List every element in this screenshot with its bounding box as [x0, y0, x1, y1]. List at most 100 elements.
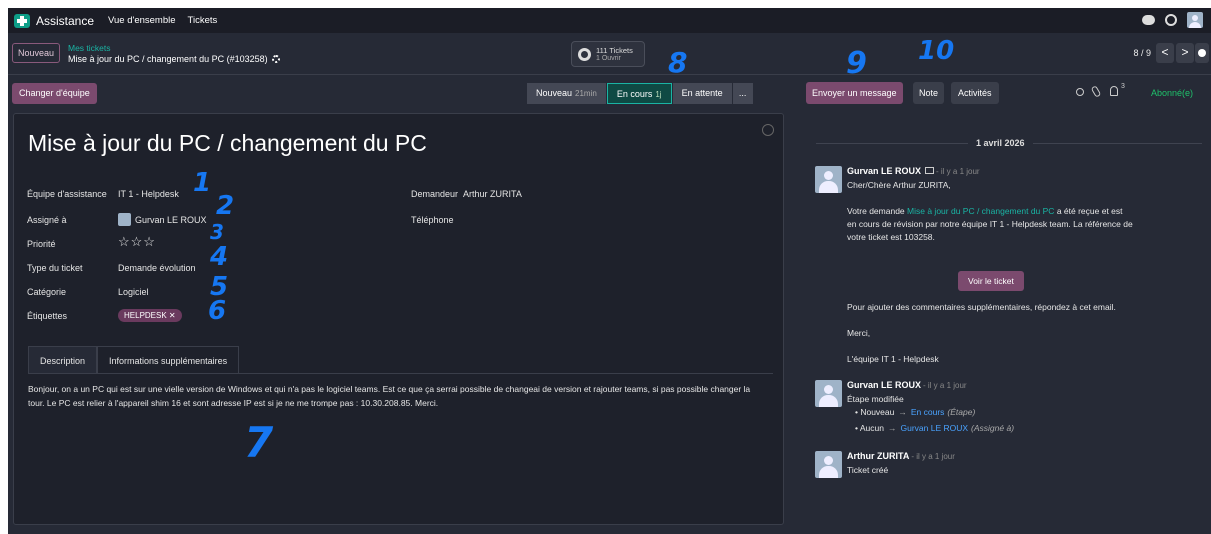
annotation-2: 2 — [216, 191, 235, 221]
message-body-line2: en cours de révision par notre équipe IT… — [847, 219, 1133, 229]
ticket-link[interactable]: Mise à jour du PC / changement du PC — [907, 206, 1054, 216]
requester-field: Demandeur Arthur ZURITA — [411, 189, 522, 199]
pager-value[interactable]: 8 / 9 — [1133, 48, 1151, 58]
lifebuoy-icon — [578, 48, 591, 61]
priority-stars[interactable]: ☆☆☆ — [118, 234, 156, 250]
followers-icon[interactable] — [1110, 86, 1118, 96]
message-thanks: Merci, — [847, 328, 871, 338]
tracking-change-assignee: • Aucun → Gurvan LE ROUX (Assigné à) — [855, 423, 1015, 433]
change-team-button[interactable]: Changer d'équipe — [12, 83, 97, 104]
breadcrumb-current: Mise à jour du PC / changement du PC (#1… — [68, 54, 280, 64]
tickets-open: 1 Ouvrir — [596, 55, 621, 62]
new-button[interactable]: Nouveau — [12, 43, 61, 63]
top-navbar: Assistance Vue d'ensemble Tickets — [8, 8, 1211, 33]
requester-value[interactable]: Arthur ZURITA — [463, 189, 522, 199]
tracking-new-value: En cours — [910, 407, 945, 417]
kanban-state-dot[interactable] — [762, 124, 774, 136]
message-author: Gurvan LE ROUX - il y a 1 jour — [847, 166, 980, 176]
helpdesk-app-icon — [14, 13, 30, 28]
app-brand[interactable]: Assistance — [14, 13, 95, 28]
message-greeting: Cher/Chère Arthur ZURITA, — [847, 180, 951, 190]
phone-label: Téléphone — [411, 215, 454, 225]
stage-on-hold[interactable]: En attente — [672, 83, 732, 104]
control-panel: Nouveau Mes tickets Mise à jour du PC / … — [8, 33, 1211, 75]
view-ticket-button[interactable]: Voir le ticket — [958, 271, 1024, 291]
tracking-field: (Assigné à) — [971, 423, 1015, 433]
user-avatar[interactable] — [1187, 12, 1203, 28]
tab-description[interactable]: Description — [28, 346, 98, 374]
tags-value[interactable]: HELPDESK ✕ — [118, 309, 182, 322]
message-author-name[interactable]: Arthur ZURITA — [847, 451, 909, 461]
annotation-1: 1 — [193, 168, 212, 198]
message-avatar[interactable] — [815, 166, 842, 193]
message-time: - il y a 1 jour — [936, 167, 980, 176]
arrow-right-icon: → — [887, 423, 897, 433]
ticket-type-value[interactable]: Demande évolution — [118, 263, 196, 273]
tickets-count: 111 Tickets — [596, 46, 633, 55]
form-statusbar: Changer d'équipe Nouveau 21min En cours 1j… — [8, 81, 794, 105]
stage-on-hold-label: En attente — [681, 88, 723, 98]
assigned-value[interactable]: Gurvan LE ROUX — [118, 213, 207, 226]
team-label: Équipe d'assistance — [27, 189, 107, 199]
paperclip-icon[interactable] — [1090, 85, 1102, 98]
message-time: - il y a 1 jour — [911, 452, 955, 461]
nav-tickets[interactable]: Tickets — [188, 15, 218, 26]
systray — [1142, 12, 1203, 28]
stage-new[interactable]: Nouveau 21min — [527, 83, 606, 104]
tickets-smart-button[interactable]: 111 Tickets 1 Ouvrir — [571, 41, 645, 67]
team-value[interactable]: IT 1 - Helpdesk — [118, 189, 179, 199]
activities-button[interactable]: Activités — [951, 82, 999, 104]
message-author-name[interactable]: Gurvan LE ROUX — [847, 166, 921, 176]
gear-icon[interactable] — [271, 55, 280, 63]
requester-label: Demandeur — [411, 189, 459, 199]
message-avatar[interactable] — [815, 451, 842, 478]
clock-icon[interactable] — [1165, 14, 1177, 26]
notebook-tabs: Description Informations supplémentaires — [28, 346, 240, 374]
chat-icon[interactable] — [1142, 15, 1155, 25]
priority-label: Priorité — [27, 239, 56, 249]
tracking-old-value: Aucun — [859, 423, 884, 433]
stage-pipeline: Nouveau 21min En cours 1j En attente ... — [527, 83, 754, 104]
message-body-prefix: Votre demande — [847, 206, 905, 216]
search-icon[interactable] — [1076, 88, 1084, 96]
app-window: Assistance Vue d'ensemble Tickets Nouvea… — [8, 8, 1211, 534]
tab-extra-info[interactable]: Informations supplémentaires — [97, 346, 240, 374]
tracking-old-value: Nouveau — [860, 407, 895, 417]
stage-in-progress[interactable]: En cours 1j — [606, 83, 672, 104]
assigned-name: Gurvan LE ROUX — [135, 215, 207, 225]
annotation-6: 6 — [208, 296, 227, 326]
annotation-4: 4 — [210, 242, 229, 272]
description-text[interactable]: Bonjour, on a un PC qui est sur une viel… — [28, 382, 768, 410]
message-avatar[interactable] — [815, 380, 842, 407]
chatter-toolbar: Envoyer un message Note Activités 3 Abon… — [798, 81, 1211, 105]
annotation-3: 3 — [210, 220, 224, 244]
send-message-button[interactable]: Envoyer un message — [806, 82, 903, 104]
breadcrumb-current-label: Mise à jour du PC / changement du PC (#1… — [68, 54, 268, 64]
message-time: - il y a 1 jour — [923, 381, 967, 390]
subscribed-status[interactable]: Abonné(e) — [1151, 88, 1193, 98]
mail-icon — [925, 167, 935, 174]
ticket-title[interactable]: Mise à jour du PC / changement du PC — [28, 130, 427, 157]
message-author-name[interactable]: Gurvan LE ROUX — [847, 380, 921, 390]
message-body-line1-rest: a été reçue et est — [1056, 206, 1123, 216]
stage-new-label: Nouveau — [536, 88, 573, 98]
followers-count: 3 — [1121, 83, 1125, 90]
app-name: Assistance — [36, 13, 95, 28]
annotation-10: 10 — [918, 36, 955, 66]
category-label: Catégorie — [27, 287, 67, 297]
tracking-change-stage: • Nouveau → En cours (Étape) — [855, 407, 976, 417]
stage-more-button[interactable]: ... — [732, 83, 753, 104]
pager-next-button[interactable]: > — [1176, 43, 1194, 63]
next-record-button[interactable] — [1195, 43, 1209, 63]
annotation-7: 7 — [244, 418, 274, 467]
stage-new-duration: 21min — [575, 89, 597, 98]
message-body-line3: votre ticket est 103258. — [847, 232, 935, 242]
pager-previous-button[interactable]: < — [1156, 43, 1174, 63]
category-value[interactable]: Logiciel — [118, 287, 149, 297]
tag-helpdesk[interactable]: HELPDESK ✕ — [118, 309, 182, 322]
breadcrumb-parent[interactable]: Mes tickets — [68, 43, 111, 53]
log-note-button[interactable]: Note — [913, 82, 945, 104]
annotation-8: 8 — [668, 46, 688, 79]
nav-overview[interactable]: Vue d'ensemble — [108, 15, 175, 26]
ticket-type-label: Type du ticket — [27, 263, 83, 273]
